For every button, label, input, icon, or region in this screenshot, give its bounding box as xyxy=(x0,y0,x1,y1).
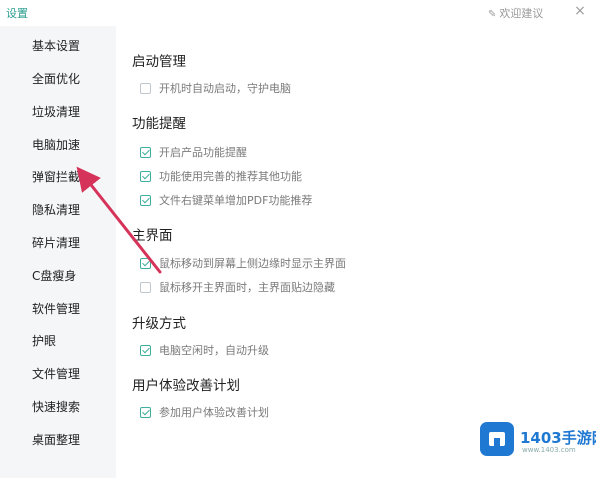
sidebar-nav: 基本设置 全面优化 垃圾清理 电脑加速 弹窗拦截 隐私清理 碎片清理 C盘瘦身 … xyxy=(0,26,116,478)
close-icon[interactable]: × xyxy=(571,2,589,20)
option-auto-start[interactable]: 开机时自动启动，守护电脑 xyxy=(140,80,291,96)
checkbox[interactable] xyxy=(140,82,151,94)
checkbox[interactable] xyxy=(140,170,151,182)
option-label: 鼠标移动到屏幕上侧边缘时显示主界面 xyxy=(159,257,346,270)
sidebar-item-file-manage[interactable]: 文件管理 xyxy=(32,365,80,382)
option-label: 电脑空闲时，自动升级 xyxy=(159,344,269,357)
sidebar-item-popup-block[interactable]: 弹窗拦截 xyxy=(32,168,80,185)
sidebar-item-full-optimize[interactable]: 全面优化 xyxy=(32,70,80,87)
feedback-button[interactable]: ✎ 欢迎建议 xyxy=(488,5,543,21)
sidebar-item-junk-clean[interactable]: 垃圾清理 xyxy=(32,103,80,120)
watermark-sub: www.1403.com xyxy=(522,446,576,454)
feedback-icon: ✎ xyxy=(488,9,497,20)
sidebar-item-fragment-clean[interactable]: 碎片清理 xyxy=(32,234,80,251)
option-product-reminder[interactable]: 开启产品功能提醒 xyxy=(140,144,247,160)
sidebar-item-software-manage[interactable]: 软件管理 xyxy=(32,300,80,317)
checkbox[interactable] xyxy=(140,344,151,356)
watermark-logo-icon xyxy=(480,422,514,456)
option-label: 功能使用完善的推荐其他功能 xyxy=(159,170,302,183)
option-label: 开机时自动启动，守护电脑 xyxy=(159,82,291,95)
checkbox[interactable] xyxy=(140,194,151,206)
option-recommend-features[interactable]: 功能使用完善的推荐其他功能 xyxy=(140,168,302,184)
section-title-ux-plan: 用户体验改善计划 xyxy=(132,378,240,394)
option-label: 开启产品功能提醒 xyxy=(159,146,247,159)
option-join-ux-plan[interactable]: 参加用户体验改善计划 xyxy=(140,404,269,420)
option-auto-upgrade[interactable]: 电脑空闲时，自动升级 xyxy=(140,342,269,358)
feedback-label: 欢迎建议 xyxy=(499,7,544,20)
checkbox[interactable] xyxy=(140,281,151,293)
section-title-startup: 启动管理 xyxy=(132,54,186,70)
sidebar-item-quick-search[interactable]: 快速搜索 xyxy=(32,398,80,415)
sidebar-item-desktop-organize[interactable]: 桌面整理 xyxy=(32,431,80,448)
section-title-main-ui: 主界面 xyxy=(132,228,173,244)
title-bar: 设置 ✎ 欢迎建议 × xyxy=(0,0,596,26)
settings-panel: 启动管理 开机时自动启动，守护电脑 功能提醒 开启产品功能提醒 功能使用完善的推… xyxy=(116,26,596,478)
sidebar-item-privacy-clean[interactable]: 隐私清理 xyxy=(32,201,80,218)
sidebar-item-c-drive-slim[interactable]: C盘瘦身 xyxy=(32,267,76,284)
sidebar-item-eye-care[interactable]: 护眼 xyxy=(32,332,56,349)
sidebar-item-basic-settings[interactable]: 基本设置 xyxy=(32,37,80,54)
option-label: 文件右键菜单增加PDF功能推荐 xyxy=(159,194,313,207)
option-pdf-context-menu[interactable]: 文件右键菜单增加PDF功能推荐 xyxy=(140,192,312,208)
sidebar-item-pc-speedup[interactable]: 电脑加速 xyxy=(32,136,80,153)
section-title-upgrade: 升级方式 xyxy=(132,316,186,332)
option-label: 参加用户体验改善计划 xyxy=(159,406,269,419)
checkbox[interactable] xyxy=(140,257,151,269)
option-show-on-edge[interactable]: 鼠标移动到屏幕上侧边缘时显示主界面 xyxy=(140,255,346,271)
watermark: 1403手游网 www.1403.com xyxy=(472,418,596,466)
watermark-text: 1403手游网 xyxy=(520,429,596,447)
section-title-feature-reminder: 功能提醒 xyxy=(132,116,186,132)
window-title: 设置 xyxy=(6,7,28,20)
option-hide-on-edge[interactable]: 鼠标移开主界面时，主界面贴边隐藏 xyxy=(140,279,335,295)
option-label: 鼠标移开主界面时，主界面贴边隐藏 xyxy=(159,281,335,294)
checkbox[interactable] xyxy=(140,406,151,418)
checkbox[interactable] xyxy=(140,146,151,158)
